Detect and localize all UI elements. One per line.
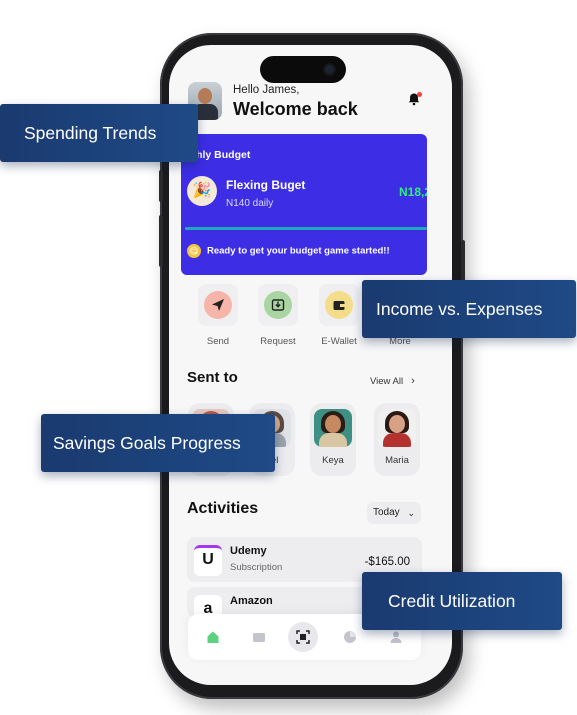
phone-side-button (159, 170, 163, 202)
dynamic-island (260, 56, 346, 83)
budget-message-text: Ready to get your budget game started!! (207, 245, 390, 257)
action-request-button[interactable]: Request (256, 284, 300, 347)
budget-progress-fill (185, 227, 427, 230)
wallet-icon[interactable] (246, 624, 272, 650)
notification-dot (417, 92, 422, 97)
greeting-text: Hello James, (233, 84, 300, 96)
action-label: Send (206, 336, 230, 347)
pie-chart-icon[interactable] (337, 624, 363, 650)
udemy-logo-icon: U (194, 545, 222, 576)
camera-icon (325, 65, 334, 74)
contact-card[interactable]: Keya (310, 403, 356, 476)
budget-progress-bar (185, 227, 427, 230)
budget-card[interactable]: Monthly Budget 🎉 Flexing Buget N140 dail… (181, 134, 427, 275)
activity-name: Amazon (230, 595, 273, 607)
smile-icon: 😋 (187, 244, 201, 258)
chevron-down-icon: ⌄ (407, 508, 415, 518)
chevron-right-icon: › (411, 375, 415, 387)
tag-spending-trends: Spending Trends (0, 104, 198, 162)
activity-subtitle: Subscription (230, 562, 283, 573)
period-select[interactable]: Today ⌄ (367, 502, 421, 524)
scan-icon[interactable] (288, 622, 318, 652)
budget-fund-amount: N18,2 (399, 185, 427, 199)
budget-message: 😋 Ready to get your budget game started!! (187, 244, 390, 258)
party-icon: 🎉 (187, 176, 217, 206)
activity-amount: -$165.00 (364, 556, 410, 568)
action-label: Request (260, 336, 296, 347)
send-icon (204, 291, 232, 319)
budget-fund-name: Flexing Buget (226, 178, 306, 192)
contact-card[interactable]: Maria (374, 403, 420, 476)
tag-income-vs-expenses: Income vs. Expenses (362, 280, 576, 338)
view-all-link[interactable]: View All › (370, 375, 415, 387)
activities-title: Activities (187, 500, 259, 517)
wallet-icon (325, 291, 353, 319)
home-icon[interactable] (200, 624, 226, 650)
activity-name: Udemy (230, 545, 267, 557)
period-select-value: Today (373, 507, 400, 518)
download-icon (264, 291, 292, 319)
action-ewallet-button[interactable]: E-Wallet (317, 284, 361, 347)
budget-fund-rate: N140 daily (226, 198, 274, 209)
avatar-face (198, 88, 212, 104)
page-title: Welcome back (233, 99, 358, 119)
contact-name: Keya (322, 455, 344, 466)
contact-name: Maria (385, 455, 409, 466)
phone-side-button (159, 215, 163, 267)
action-label: E-Wallet (321, 336, 357, 347)
sent-to-title: Sent to (187, 369, 238, 386)
tag-credit-utilization: Credit Utilization (362, 572, 562, 630)
tag-savings-goals: Savings Goals Progress (41, 414, 275, 472)
view-all-label: View All (370, 376, 404, 387)
action-send-button[interactable]: Send (196, 284, 240, 347)
